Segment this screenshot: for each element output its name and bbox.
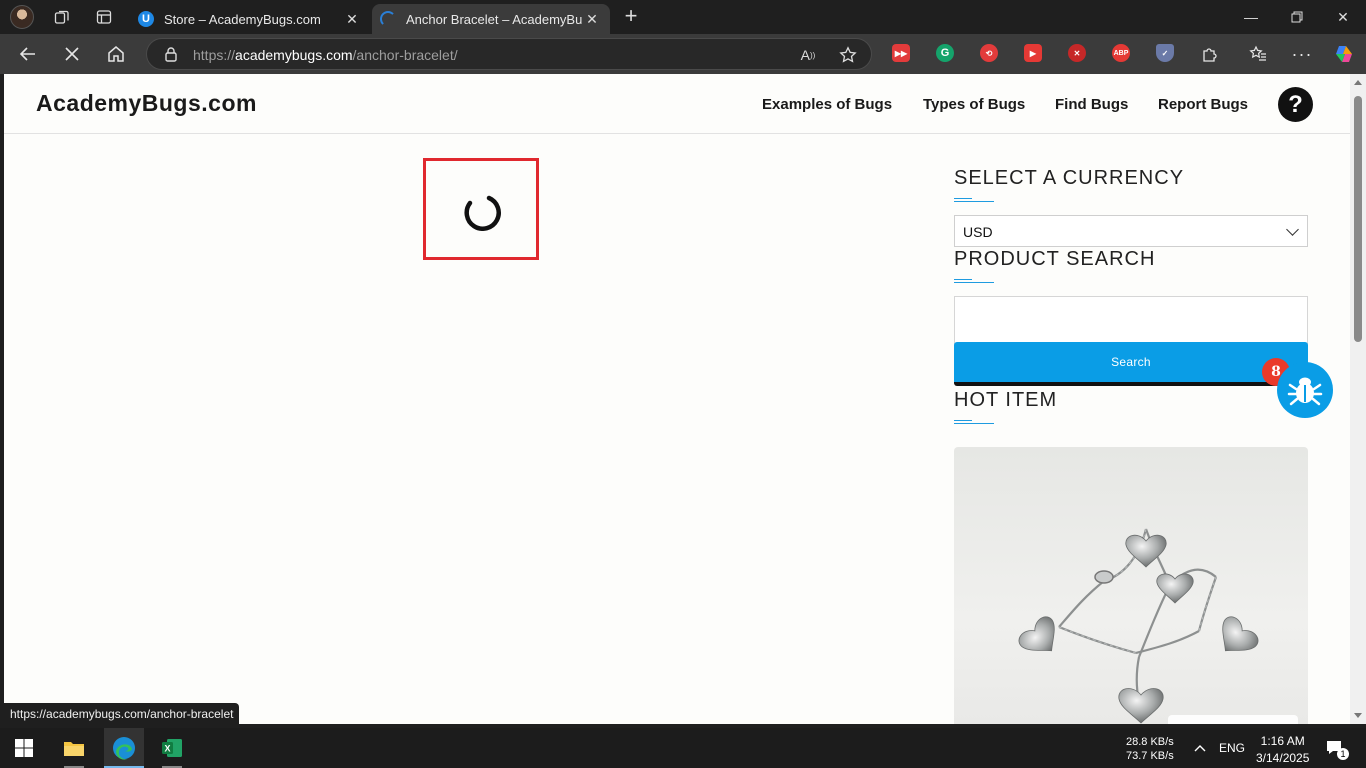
close-tab-icon[interactable]: ✕ — [582, 9, 602, 29]
hot-item-bracelet-image[interactable] — [954, 447, 1308, 724]
read-aloud-icon[interactable]: A)) — [797, 44, 819, 66]
extension-play-icon[interactable]: ▶ — [1024, 44, 1042, 62]
adblock-plus-icon[interactable]: ABP — [1112, 44, 1130, 62]
browser-toolbar: https://academybugs.com/anchor-bracelet/… — [0, 34, 1366, 74]
nav-examples-of-bugs[interactable]: Examples of Bugs — [762, 96, 892, 113]
scrollbar-thumb[interactable] — [1354, 96, 1362, 342]
settings-more-icon[interactable]: ··· — [1288, 40, 1316, 68]
bug-icon — [1287, 377, 1323, 406]
notification-count: 1 — [1337, 748, 1349, 760]
clock-date: 3/14/2025 — [1256, 751, 1310, 765]
lock-icon[interactable] — [163, 46, 179, 62]
chevron-down-icon — [1286, 223, 1299, 236]
clock-time: 1:16 AM — [1260, 734, 1305, 748]
page-viewport: AcademyBugs.com Examples of Bugs Types o… — [4, 74, 1350, 724]
page-scrollbar[interactable] — [1350, 74, 1366, 724]
address-bar[interactable]: https://academybugs.com/anchor-bracelet/… — [146, 38, 872, 70]
extension-bug-icon[interactable]: ✕ — [1068, 44, 1086, 62]
close-window-button[interactable]: ✕ — [1320, 0, 1366, 34]
tab-store[interactable]: U Store – AcademyBugs.com ✕ — [130, 4, 370, 34]
search-button[interactable]: Search — [954, 342, 1308, 386]
grammarly-icon[interactable]: G — [936, 44, 954, 62]
academybugs-favicon: U — [138, 11, 154, 27]
currency-value: USD — [963, 224, 993, 240]
workspaces-icon[interactable] — [52, 7, 72, 27]
loading-spinner-icon — [464, 195, 501, 231]
help-glyph: ? — [1288, 90, 1303, 118]
back-button[interactable] — [14, 40, 42, 68]
stop-loading-button[interactable] — [58, 40, 86, 68]
start-button[interactable] — [4, 728, 44, 768]
new-tab-button[interactable]: + — [620, 5, 642, 28]
tray-chevron-up-icon[interactable] — [1188, 728, 1212, 768]
bug-report-widget[interactable] — [1277, 362, 1333, 418]
loading-favicon-icon — [380, 11, 396, 27]
tab-actions-icon[interactable] — [94, 7, 114, 27]
site-header: AcademyBugs.com Examples of Bugs Types o… — [4, 74, 1350, 134]
profile-avatar[interactable] — [10, 5, 34, 29]
tab-anchor-bracelet[interactable]: Anchor Bracelet – AcademyBugs.com ✕ — [372, 4, 610, 34]
restore-button[interactable] — [1274, 0, 1320, 34]
net-up: 73.7 KB/s — [1126, 750, 1174, 762]
tab-title: Store – AcademyBugs.com — [164, 11, 321, 27]
search-button-label: Search — [1111, 355, 1151, 369]
extensions-puzzle-icon[interactable] — [1196, 40, 1224, 68]
product-search-input[interactable] — [954, 296, 1308, 344]
svg-text:X: X — [164, 744, 170, 754]
extension-shield-icon[interactable]: ✓ — [1156, 44, 1174, 62]
excel-taskbar-icon[interactable]: X — [152, 728, 192, 768]
nav-report-bugs[interactable]: Report Bugs — [1158, 96, 1248, 113]
clock[interactable]: 1:16 AM 3/14/2025 — [1256, 733, 1309, 767]
extension-sync-icon[interactable]: ⟲ — [980, 44, 998, 62]
notification-center-icon[interactable]: 1 — [1320, 728, 1350, 768]
nav-find-bugs[interactable]: Find Bugs — [1055, 96, 1128, 113]
extension-red-icon[interactable]: ▶▶ — [892, 44, 910, 62]
help-question-icon[interactable]: ? — [1278, 87, 1313, 122]
edge-taskbar-icon[interactable] — [104, 728, 144, 768]
scroll-down-arrow-icon[interactable] — [1354, 713, 1362, 718]
heading-underline — [954, 420, 994, 424]
heading-underline — [954, 279, 994, 283]
tab-strip: U Store – AcademyBugs.com ✕ Anchor Brace… — [0, 0, 1366, 34]
language-indicator[interactable]: ENG — [1219, 741, 1245, 755]
loading-highlight-box — [423, 158, 539, 260]
minimize-button[interactable]: — — [1228, 0, 1274, 34]
scroll-up-arrow-icon[interactable] — [1354, 80, 1362, 85]
heading-underline — [954, 198, 994, 202]
net-down: 28.8 KB/s — [1126, 736, 1174, 748]
close-tab-icon[interactable]: ✕ — [342, 9, 362, 29]
windows-taskbar: X 28.8 KB/s 73.7 KB/s ENG 1:16 AM 3/14/2… — [0, 728, 1366, 768]
status-bar-url: https://academybugs.com/anchor-bracelet — [4, 703, 240, 724]
url-text[interactable]: https://academybugs.com/anchor-bracelet/ — [193, 47, 458, 63]
hot-item-heading: HOT ITEM — [954, 389, 1058, 411]
product-search-heading: PRODUCT SEARCH — [954, 248, 1156, 270]
site-logo[interactable]: AcademyBugs.com — [36, 90, 257, 117]
file-explorer-taskbar-icon[interactable] — [54, 728, 94, 768]
favorites-icon[interactable] — [1244, 40, 1272, 68]
currency-heading: SELECT A CURRENCY — [954, 167, 1185, 189]
copilot-icon[interactable] — [1330, 40, 1358, 68]
currency-select[interactable]: USD — [954, 215, 1308, 247]
tab-title: Anchor Bracelet – AcademyBugs.com — [406, 11, 582, 27]
network-speed: 28.8 KB/s 73.7 KB/s — [1126, 735, 1174, 763]
home-button[interactable] — [102, 40, 130, 68]
favorite-star-icon[interactable] — [837, 44, 859, 66]
nav-types-of-bugs[interactable]: Types of Bugs — [923, 96, 1025, 113]
